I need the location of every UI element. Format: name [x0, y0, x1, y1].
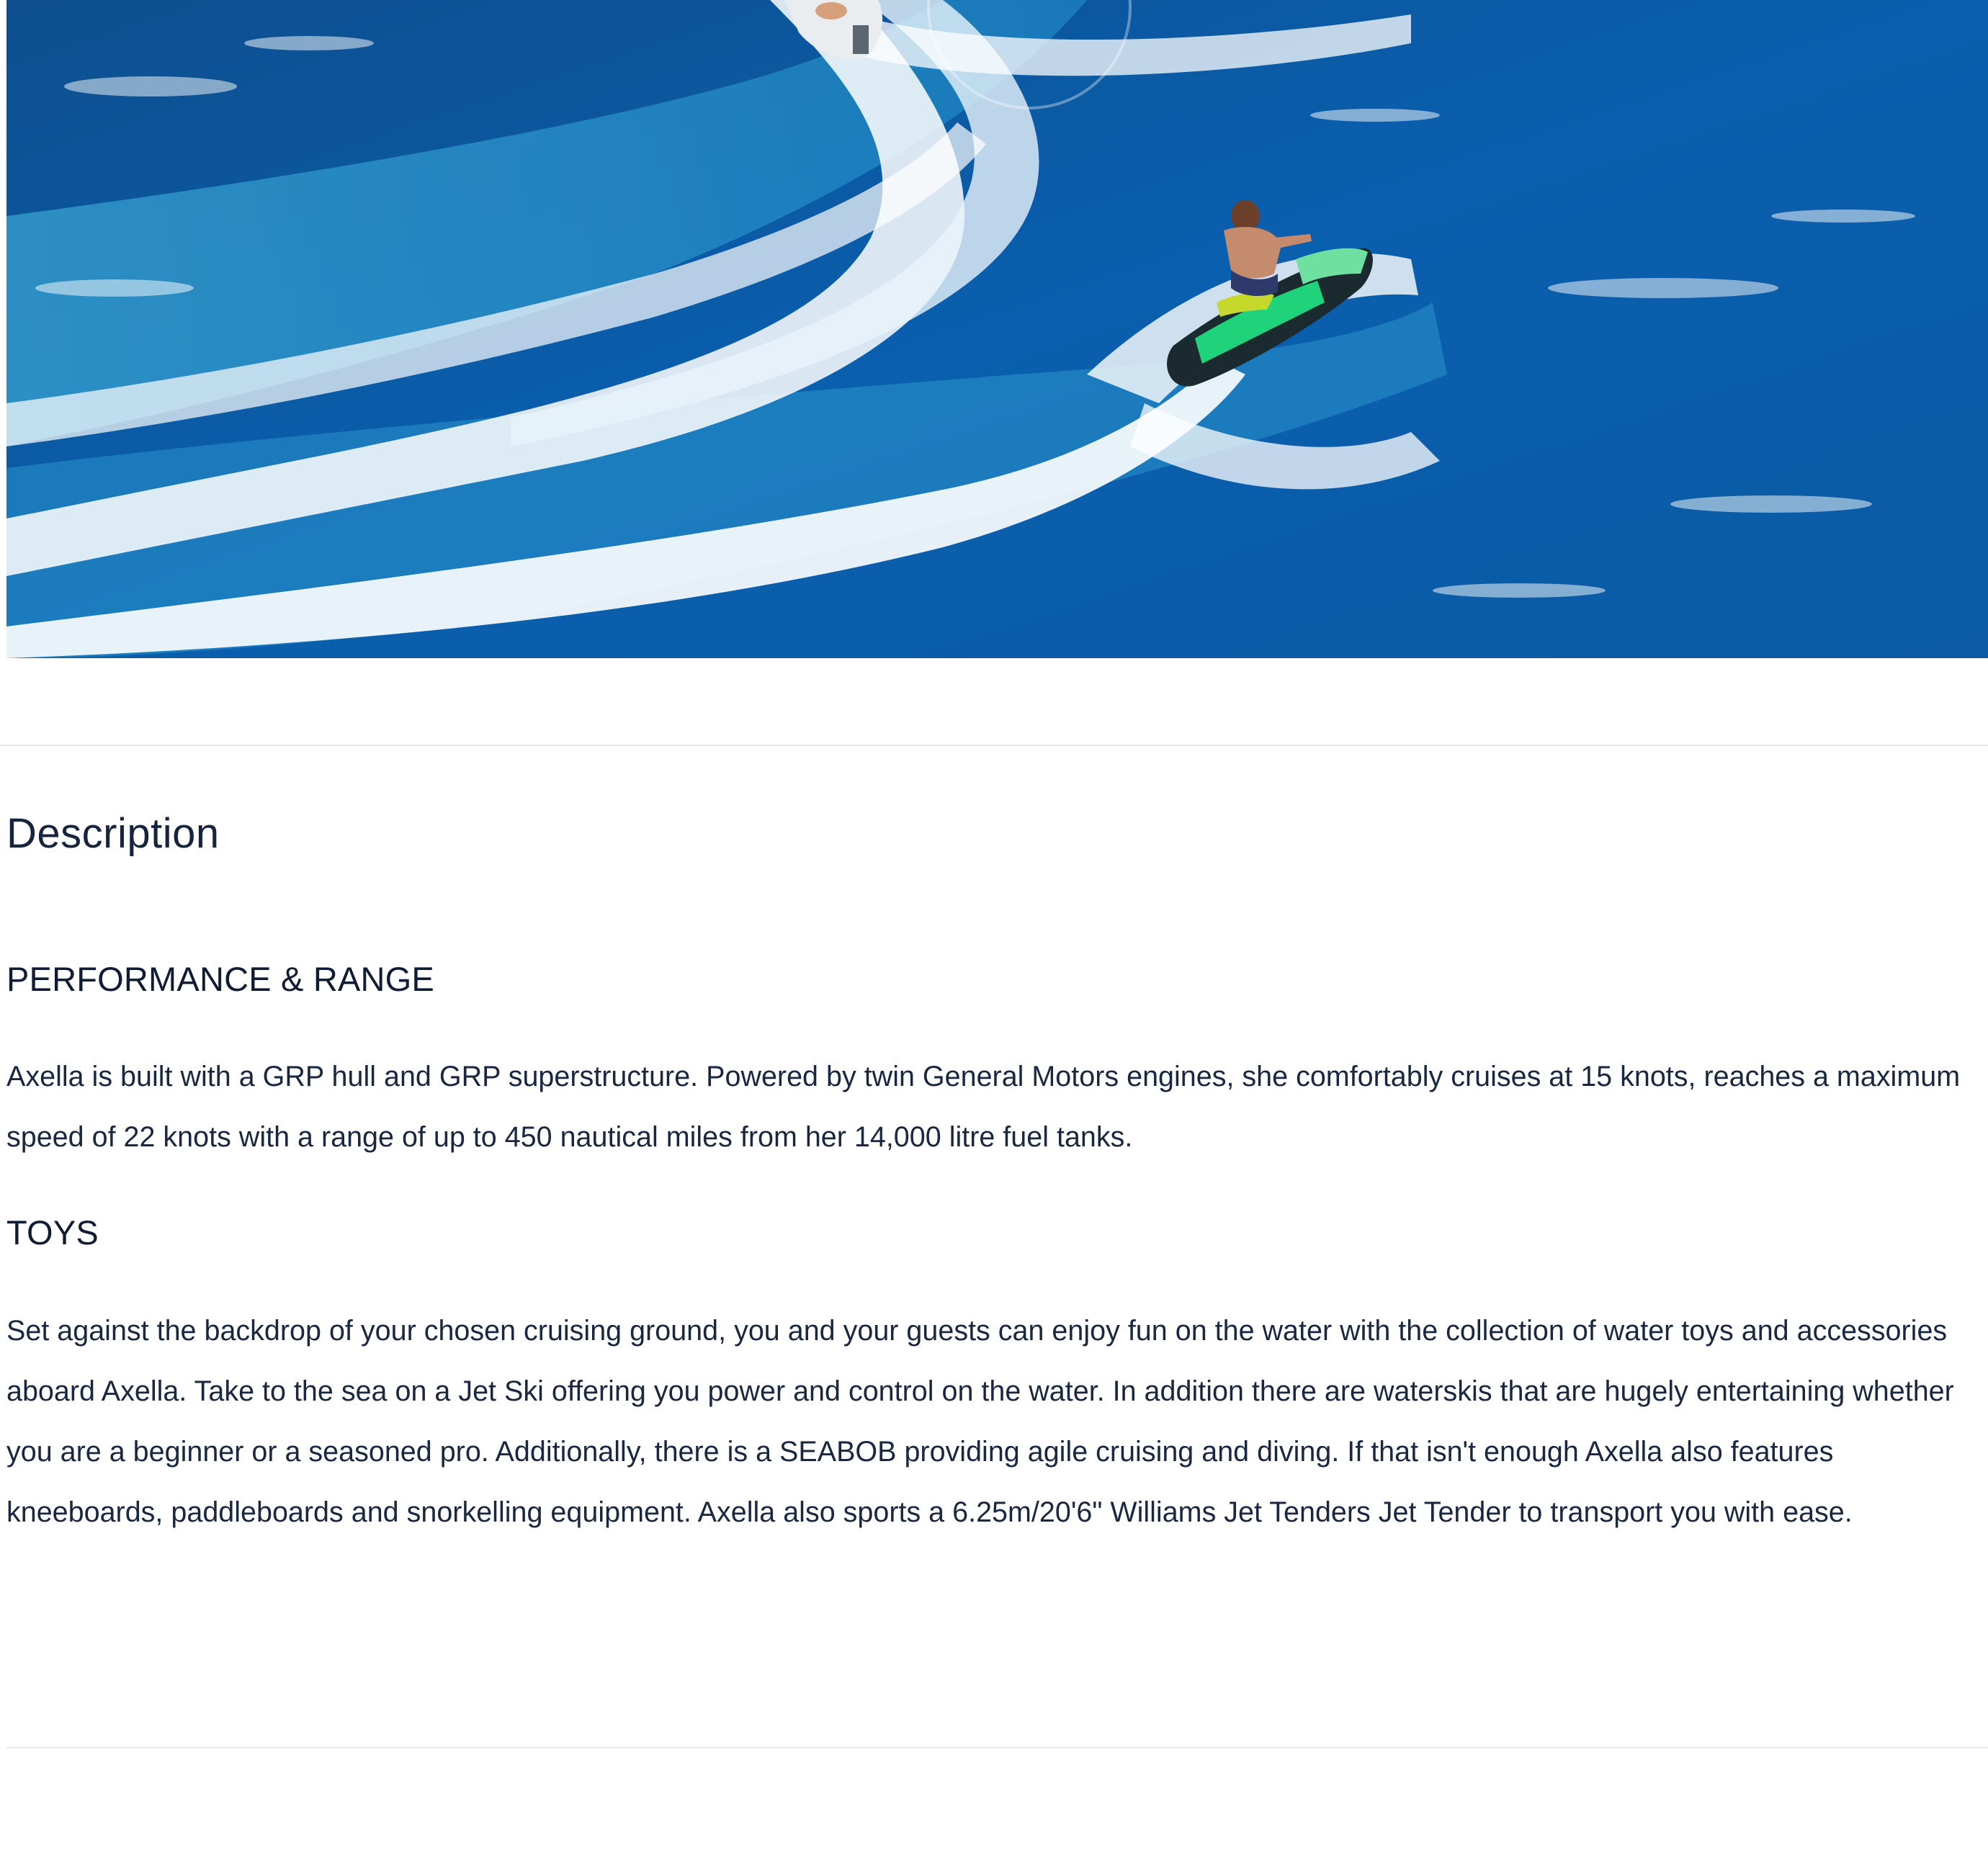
performance-range-heading: PERFORMANCE & RANGE — [6, 960, 434, 998]
section-divider-bottom — [6, 1747, 1988, 1748]
sea-wake-illustration — [6, 0, 1988, 658]
toys-heading: TOYS — [6, 1213, 99, 1252]
hero-photo-jet-ski — [6, 0, 1988, 658]
section-divider-top — [0, 745, 1988, 746]
description-title: Description — [6, 810, 220, 857]
performance-range-text: Axella is built with a GRP hull and GRP … — [6, 1061, 1961, 1153]
toys-text: Set against the backdrop of your chosen … — [6, 1315, 1954, 1528]
